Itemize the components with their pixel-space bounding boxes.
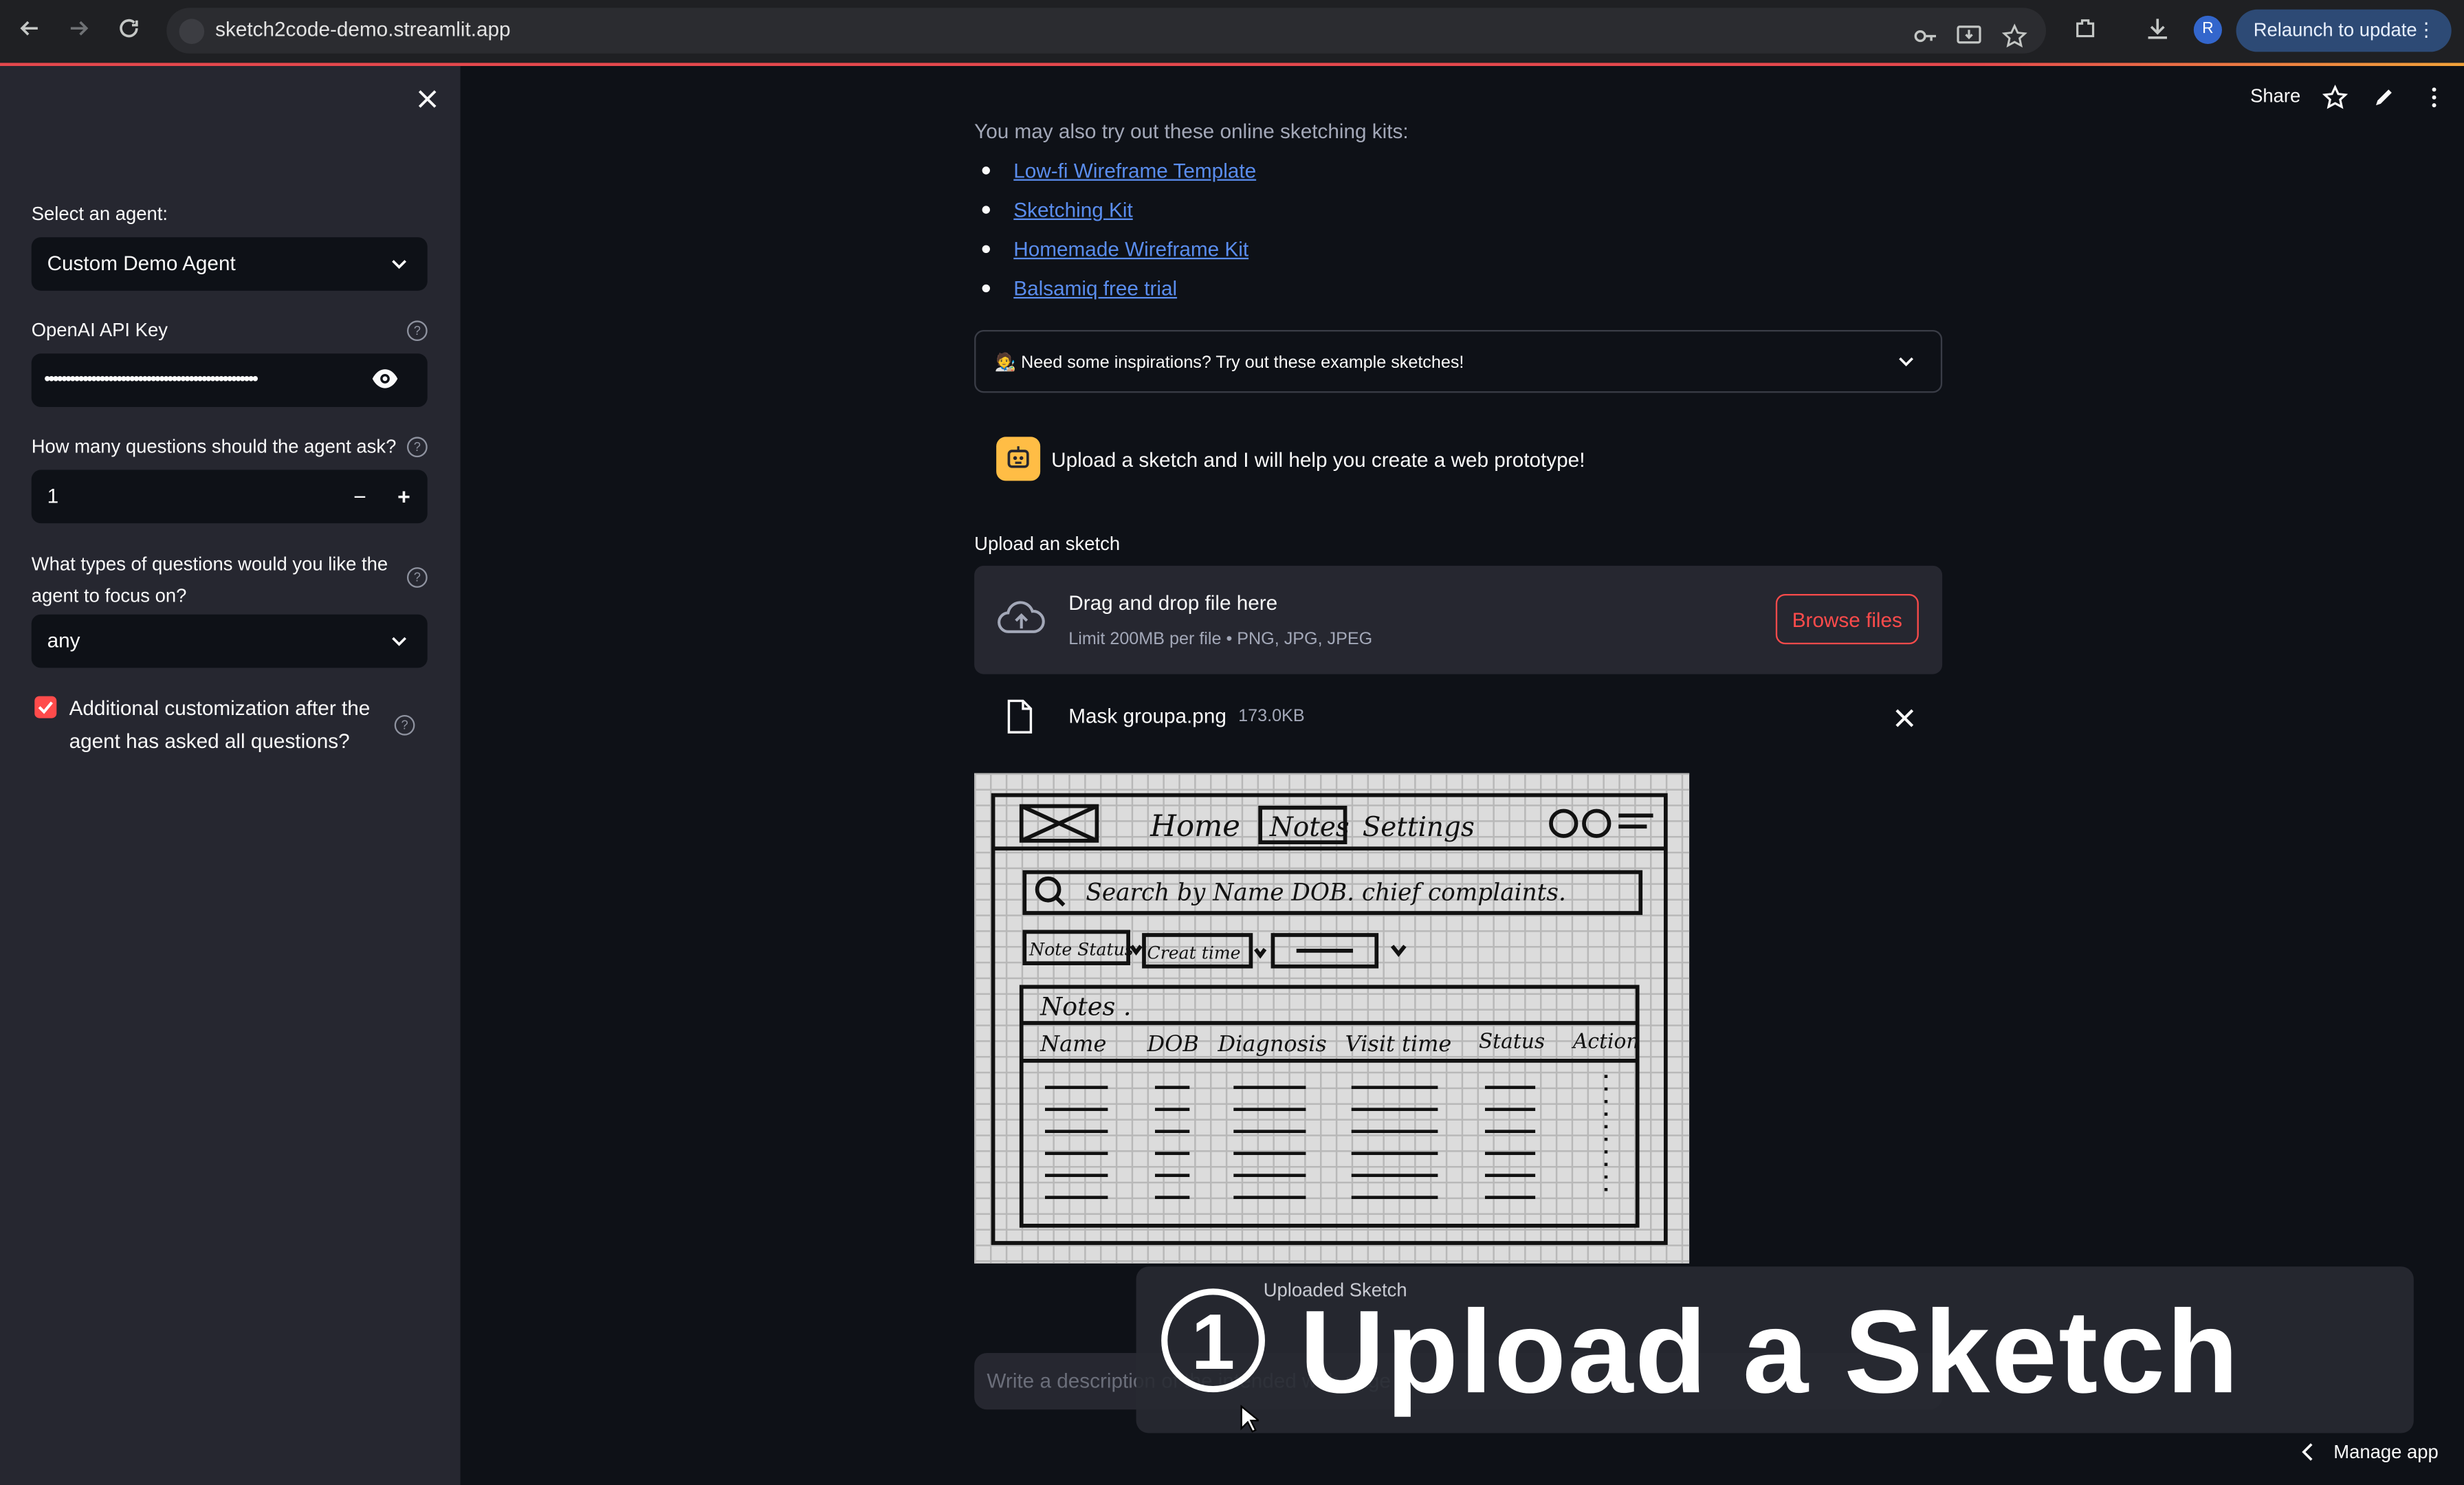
dropzone-title: Drag and drop file here: [1068, 591, 1278, 615]
examples-expander[interactable]: 🧑‍🎨 Need some inspirations? Try out thes…: [974, 329, 1943, 393]
questions-count-label: How many questions should the agent ask?: [31, 435, 397, 458]
step-overlay: Uploaded Sketch 1 Upload a Sketch: [1136, 1266, 2414, 1433]
file-dropzone[interactable]: Drag and drop file here Limit 200MB per …: [974, 565, 1943, 674]
more-vertical-icon[interactable]: [2421, 85, 2447, 110]
forward-arrow-icon[interactable]: [63, 16, 94, 47]
list-item: Low-fi Wireframe Template: [974, 157, 1256, 197]
sketch-search-text: Search by Name DOB. chief complaints.: [1086, 879, 1565, 907]
link-sketching-kit[interactable]: Sketching Kit: [1013, 198, 1132, 221]
sketch-col-status: Status: [1479, 1030, 1545, 1054]
agent-select-value: Custom Demo Agent: [47, 251, 236, 275]
uploaded-file-row: Mask groupa.png 173.0KB: [974, 685, 1942, 751]
file-name: Mask groupa.png: [1068, 703, 1226, 728]
plus-icon[interactable]: +: [391, 484, 417, 509]
site-settings-icon[interactable]: [179, 19, 205, 44]
browser-toolbar: sketch2code-demo.streamlit.app R Relaunc…: [0, 0, 2464, 63]
api-key-label: OpenAI API Key: [31, 318, 168, 341]
file-icon: [1006, 699, 1034, 734]
sketch-nav-notes: Notes: [1269, 812, 1350, 843]
expander-label: 🧑‍🎨 Need some inspirations? Try out thes…: [994, 353, 1464, 373]
question-types-value: any: [47, 628, 80, 652]
sketch-filter-time: Creat time: [1147, 943, 1241, 962]
sketch-filter-status: Note Status: [1028, 940, 1134, 960]
question-types-select[interactable]: any: [31, 614, 428, 668]
sketch-col-diagnosis: Diagnosis: [1217, 1031, 1326, 1057]
chevron-down-icon: [390, 632, 408, 650]
app-window: sketch2code-demo.streamlit.app R Relaunc…: [0, 0, 2464, 1485]
profile-avatar[interactable]: R: [2193, 15, 2222, 44]
sidebar: Select an agent: Custom Demo Agent OpenA…: [0, 65, 461, 1485]
relaunch-button[interactable]: Relaunch to update ⋮: [2236, 9, 2452, 52]
bookmark-star-icon[interactable]: [2001, 23, 2027, 56]
back-arrow-icon[interactable]: [14, 16, 46, 47]
question-types-label: What types of questions would you like t…: [32, 549, 393, 611]
sketch-col-visit-time: Visit time: [1345, 1031, 1452, 1057]
uploaded-sketch-image: Home Notes Settings Search by Name DOB. …: [974, 773, 1690, 1264]
sketch-section-title: Notes .: [1040, 992, 1131, 1022]
address-bar[interactable]: sketch2code-demo.streamlit.app: [166, 8, 2046, 56]
download-icon[interactable]: [2142, 16, 2173, 47]
robot-avatar-icon: [996, 437, 1041, 481]
extensions-icon[interactable]: [2069, 16, 2101, 47]
share-button[interactable]: Share: [2250, 85, 2300, 107]
question-types-label-line1: What types of questions would you like t…: [31, 553, 388, 575]
link-lowfi-template[interactable]: Low-fi Wireframe Template: [1013, 159, 1256, 182]
list-item: Homemade Wireframe Kit: [974, 236, 1256, 275]
reload-icon[interactable]: [113, 16, 145, 47]
help-icon[interactable]: ?: [406, 567, 428, 588]
edit-pencil-icon[interactable]: [2371, 85, 2397, 110]
step-number: 1: [1191, 1297, 1235, 1386]
close-sidebar-icon[interactable]: [413, 85, 441, 113]
questions-count-stepper[interactable]: 1 − +: [31, 470, 428, 524]
file-size: 173.0KB: [1238, 707, 1305, 726]
eye-icon[interactable]: [371, 368, 399, 390]
install-app-icon[interactable]: [1957, 23, 1982, 56]
url-text: sketch2code-demo.streamlit.app: [215, 17, 511, 41]
minus-icon[interactable]: −: [347, 484, 373, 509]
questions-count-value: 1: [47, 483, 59, 508]
sketch-col-dob: DOB: [1147, 1031, 1199, 1057]
help-icon[interactable]: ?: [394, 714, 415, 736]
help-icon[interactable]: ?: [406, 437, 428, 458]
agent-select-label: Select an agent:: [31, 202, 168, 225]
wireframe-drawing: Home Notes Settings Search by Name DOB. …: [991, 793, 1668, 1245]
help-icon[interactable]: ?: [406, 320, 428, 341]
dropzone-limits: Limit 200MB per file • PNG, JPG, JPEG: [1068, 630, 1373, 649]
step-title: Upload a Sketch: [1299, 1285, 2241, 1418]
browse-files-button[interactable]: Browse files: [1775, 593, 1919, 645]
api-key-input[interactable]: ••••••••••••••••••••••••••••••••••••••••…: [31, 353, 428, 407]
customization-checkbox-label[interactable]: Additional customization after the agent…: [69, 692, 396, 758]
sketching-kits-intro: You may also try out these online sketch…: [974, 119, 1409, 143]
chevron-left-icon[interactable]: [2299, 1441, 2318, 1463]
list-item: Balsamiq free trial: [974, 275, 1256, 314]
cloud-upload-icon: [996, 600, 1046, 638]
step-number-circle: 1: [1161, 1288, 1265, 1393]
sketching-kits-list: Low-fi Wireframe Template Sketching Kit …: [974, 157, 1256, 315]
link-homemade-kit[interactable]: Homemade Wireframe Kit: [1013, 237, 1248, 261]
more-vertical-icon: ⋮: [2417, 19, 2436, 41]
relaunch-label: Relaunch to update: [2253, 19, 2417, 41]
question-types-label-line2: agent to focus on?: [31, 584, 187, 607]
sketch-col-action: Action: [1571, 1030, 1640, 1054]
assistant-message-text: Upload a sketch and I will help you crea…: [1051, 448, 1585, 472]
link-balsamiq-trial[interactable]: Balsamiq free trial: [1013, 276, 1177, 300]
agent-select[interactable]: Custom Demo Agent: [31, 237, 428, 291]
manage-app-button[interactable]: Manage app: [2333, 1441, 2439, 1463]
remove-file-icon[interactable]: [1893, 707, 1915, 729]
chevron-down-icon: [390, 254, 408, 273]
sketch-nav-home: Home: [1150, 809, 1240, 844]
mouse-cursor-icon: [1240, 1405, 1262, 1433]
chevron-down-icon: [1897, 352, 1915, 371]
upload-label: Upload an sketch: [974, 532, 1121, 555]
customization-checkbox[interactable]: [34, 696, 57, 718]
api-key-value: ••••••••••••••••••••••••••••••••••••••••…: [43, 367, 258, 390]
sketch-nav-settings: Settings: [1363, 812, 1475, 843]
key-icon[interactable]: [1913, 23, 1938, 56]
sketch-col-name: Name: [1040, 1031, 1106, 1057]
star-icon[interactable]: [2322, 85, 2348, 110]
list-item: Sketching Kit: [974, 197, 1256, 236]
